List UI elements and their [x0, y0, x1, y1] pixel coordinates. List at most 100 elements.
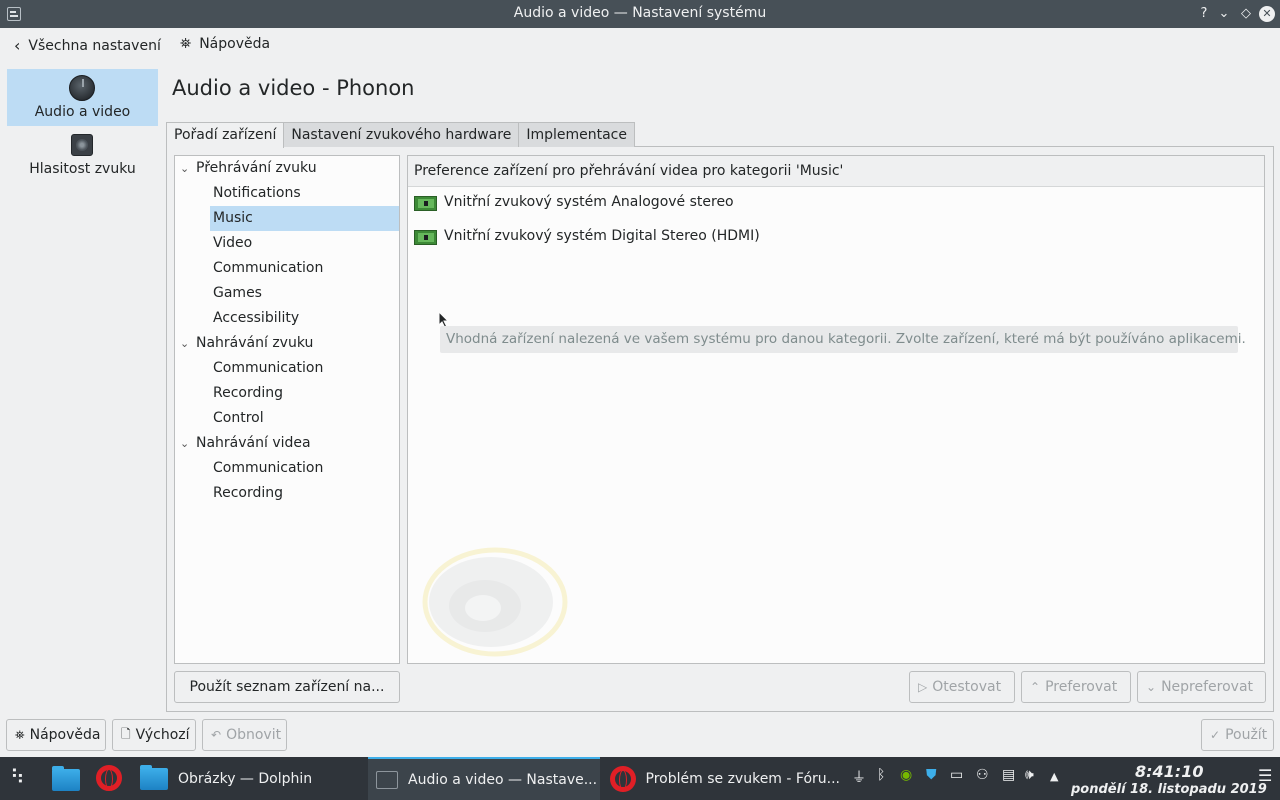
prefer-label: Preferovat: [1045, 679, 1118, 695]
help-question-icon[interactable]: ?: [1194, 4, 1214, 24]
tab-audio-hardware[interactable]: Nastavení zvukového hardware: [283, 122, 520, 147]
nvidia-icon[interactable]: ◉: [900, 767, 912, 783]
test-button[interactable]: ▷ Otestovat: [909, 671, 1015, 703]
sidebar-item-label: Audio a video: [34, 104, 131, 120]
chevron-down-icon[interactable]: ⌄: [180, 156, 189, 181]
tree-item-audio-capture[interactable]: ⌄ Nahrávání zvuku: [175, 331, 399, 356]
application-launcher-icon[interactable]: ⠳: [10, 765, 25, 789]
device-name: Vnitřní zvukový systém Digital Stereo (H…: [444, 228, 760, 244]
toolbar: ‹ Všechna nastavení ⛯ Nápověda: [0, 28, 1280, 62]
window-titlebar: Audio a video — Nastavení systému ? ⌄ ◇ …: [0, 0, 1280, 28]
device-preference-list: Preference zařízení pro přehrávání videa…: [407, 155, 1265, 664]
help-footer-button[interactable]: ⛯ Nápověda: [6, 719, 106, 751]
defer-button[interactable]: ⌄ Nepreferovat: [1137, 671, 1266, 703]
opera-icon: [610, 765, 636, 792]
tree-item[interactable]: Communication: [175, 456, 399, 481]
help-footer-label: Nápověda: [29, 727, 101, 743]
apply-button[interactable]: ✓ Použít: [1201, 719, 1274, 751]
maximize-icon[interactable]: ◇: [1236, 4, 1256, 24]
tree-item[interactable]: Communication: [175, 356, 399, 381]
chevron-down-icon: ⌄: [1146, 680, 1157, 694]
tree-item-label: Notifications: [213, 185, 301, 201]
tree-item[interactable]: Notifications: [175, 181, 399, 206]
tree-item[interactable]: Video: [175, 231, 399, 256]
task-opera[interactable]: Problém se zvukem - Fóru...: [604, 757, 840, 800]
help-toolbar-button[interactable]: ⛯ Nápověda: [180, 36, 270, 52]
chevron-left-icon: ‹: [14, 36, 21, 55]
opera-launcher-icon[interactable]: [96, 765, 122, 791]
volume-icon[interactable]: 🕪: [1025, 767, 1034, 783]
window-title: Audio a video — Nastavení systému: [513, 5, 767, 21]
category-tree: ⌄ Přehrávání zvuku Notifications Music V…: [174, 155, 400, 664]
tree-item-label: Přehrávání zvuku: [196, 160, 317, 176]
sidebar: Audio a video Hlasitost zvuku: [7, 69, 158, 183]
tree-item-label: Recording: [213, 485, 284, 501]
tree-item-label: Games: [213, 285, 262, 301]
tray-expand-icon[interactable]: ▲: [1050, 770, 1058, 783]
defaults-label: Výchozí: [135, 727, 190, 743]
task-system-settings[interactable]: Audio a video — Nastave...: [368, 757, 600, 800]
all-settings-button[interactable]: ‹ Všechna nastavení: [14, 36, 161, 55]
sidebar-item-audio-video[interactable]: Audio a video: [7, 69, 158, 126]
tab-backend[interactable]: Implementace: [518, 122, 635, 147]
task-label: Audio a video — Nastave...: [408, 771, 598, 788]
chevron-down-icon[interactable]: ⌄: [180, 431, 189, 456]
bluetooth-icon[interactable]: ᛒ: [877, 767, 885, 783]
tree-item-audio-playback[interactable]: ⌄ Přehrávání zvuku: [175, 156, 399, 181]
device-list-header: Preference zařízení pro přehrávání videa…: [408, 156, 1264, 187]
apply-device-list-label: Použít seznam zařízení na...: [189, 679, 385, 695]
tab-device-order[interactable]: Pořadí zařízení: [166, 122, 285, 148]
network-icon[interactable]: ⚇: [976, 767, 989, 783]
shield-icon[interactable]: ⛊: [926, 767, 937, 783]
tree-item-label: Nahrávání zvuku: [196, 335, 314, 351]
tree-item-label: Control: [213, 410, 264, 426]
help-toolbar-label: Nápověda: [199, 36, 271, 52]
tree-item[interactable]: Communication: [175, 256, 399, 281]
sidebar-item-volume[interactable]: Hlasitost zvuku: [7, 126, 158, 183]
clock-time[interactable]: 8:41:10: [1135, 762, 1203, 781]
apply-device-list-button[interactable]: Použít seznam zařízení na...: [174, 671, 400, 703]
tree-item[interactable]: Control: [175, 406, 399, 431]
monitor-icon[interactable]: ▭: [950, 767, 963, 783]
tree-item[interactable]: Games: [175, 281, 399, 306]
usb-icon[interactable]: ⏚: [852, 767, 866, 787]
tree-item[interactable]: Recording: [175, 381, 399, 406]
task-label: Obrázky — Dolphin: [178, 770, 313, 787]
file-manager-launcher-icon[interactable]: [52, 766, 80, 791]
tooltip: Vhodná zařízení nalezená ve vašem systém…: [440, 326, 1246, 353]
tree-item-label: Nahrávání videa: [196, 435, 311, 451]
folder-icon: [140, 764, 168, 790]
play-icon: ▷: [918, 680, 928, 694]
task-dolphin[interactable]: Obrázky — Dolphin: [134, 757, 364, 800]
close-icon[interactable]: ✕: [1259, 6, 1275, 22]
page-title: Audio a video - Phonon: [172, 76, 415, 100]
document-icon: 🗋: [121, 726, 131, 741]
tree-item-label: Communication: [213, 260, 324, 276]
device-item[interactable]: Vnitřní zvukový systém Digital Stereo (H…: [408, 222, 1264, 252]
minimize-icon[interactable]: ⌄: [1214, 4, 1234, 24]
chevron-down-icon[interactable]: ⌄: [180, 331, 189, 356]
reset-button[interactable]: ↶ Obnovit: [202, 719, 287, 751]
tree-item-selected[interactable]: Music: [175, 206, 399, 231]
tree-item-label: Communication: [213, 360, 324, 376]
sound-card-icon: [414, 230, 437, 245]
tree-item[interactable]: Recording: [175, 481, 399, 506]
lifebuoy-icon: ⛯: [180, 36, 192, 52]
tree-item-video-capture[interactable]: ⌄ Nahrávání videa: [175, 431, 399, 456]
clock-date[interactable]: pondělí 18. listopadu 2019: [1071, 782, 1267, 797]
speaker-icon: [71, 134, 93, 156]
tree-item-label: Communication: [213, 460, 324, 476]
tree-item-label: Music: [213, 210, 253, 226]
tree-item[interactable]: Accessibility: [175, 306, 399, 331]
prefer-button[interactable]: ⌃ Preferovat: [1021, 671, 1131, 703]
device-item[interactable]: Vnitřní zvukový systém Analogové stereo: [408, 188, 1264, 218]
sidebar-item-label: Hlasitost zvuku: [29, 161, 136, 177]
clipboard-icon[interactable]: ▤: [1002, 767, 1015, 783]
task-label: Problém se zvukem - Fóru...: [645, 770, 840, 787]
device-name: Vnitřní zvukový systém Analogové stereo: [444, 194, 734, 210]
defer-label: Nepreferovat: [1161, 679, 1254, 695]
defaults-button[interactable]: 🗋 Výchozí: [112, 719, 196, 751]
reset-label: Obnovit: [226, 727, 282, 743]
apply-label: Použít: [1225, 727, 1268, 743]
speaker-watermark-icon: [422, 547, 568, 657]
